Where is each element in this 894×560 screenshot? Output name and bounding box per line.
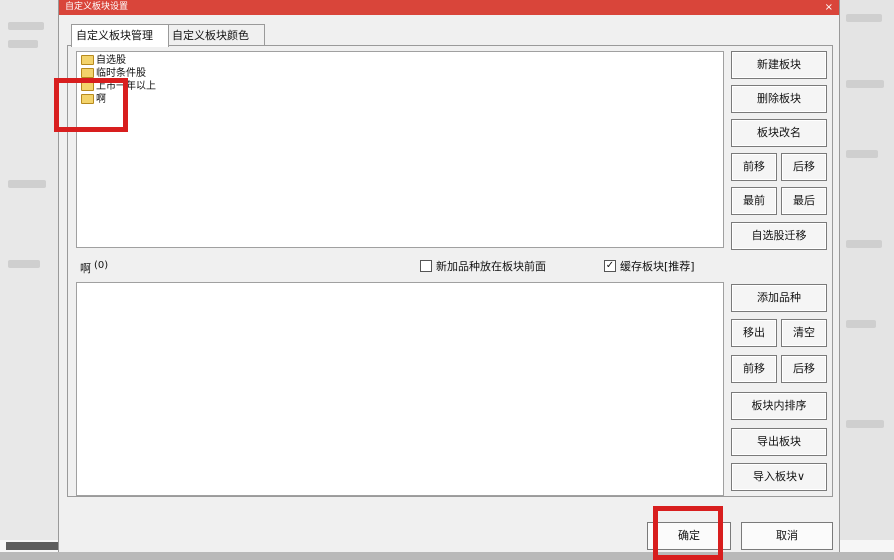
dialog-titlebar: 自定义板块设置 ×	[59, 0, 839, 15]
folder-icon	[81, 68, 94, 78]
new-front-label: 新加品种放在板块前面	[436, 260, 546, 273]
close-icon[interactable]: ×	[825, 0, 833, 15]
background-left-pane	[0, 0, 58, 552]
remove-item-button[interactable]: 移出	[731, 319, 777, 347]
delete-block-button[interactable]: 删除板块	[731, 85, 827, 113]
sort-in-block-button[interactable]: 板块内排序	[731, 392, 827, 420]
block-move-up-button[interactable]: 前移	[731, 153, 777, 181]
item-move-up-button[interactable]: 前移	[731, 355, 777, 383]
selected-block-name: 啊	[80, 262, 91, 275]
clear-items-button[interactable]: 清空	[781, 319, 827, 347]
custom-block-settings-dialog: 自定义板块设置 × 自定义板块管理 自定义板块颜色 自选股 临时条件股 上市一年…	[58, 0, 840, 552]
migrate-watchlist-button[interactable]: 自选股迁移	[731, 222, 827, 250]
import-block-button[interactable]: 导入板块∨	[731, 463, 827, 491]
cache-block-checkbox[interactable]: ✓	[604, 260, 616, 272]
block-items-list[interactable]	[76, 282, 724, 496]
highlight-box-tree-item	[54, 78, 128, 132]
item-move-down-button[interactable]: 后移	[781, 355, 827, 383]
rename-block-button[interactable]: 板块改名	[731, 119, 827, 147]
background-right-pane	[838, 0, 894, 552]
selected-block-count: (0)	[94, 260, 109, 271]
tab-block-colors[interactable]: 自定义板块颜色	[167, 24, 265, 46]
block-to-last-button[interactable]: 最后	[781, 187, 827, 215]
new-front-checkbox[interactable]	[420, 260, 432, 272]
new-block-button[interactable]: 新建板块	[731, 51, 827, 79]
dialog-title: 自定义板块设置	[65, 2, 129, 12]
tab-block-management[interactable]: 自定义板块管理	[71, 24, 169, 47]
tab-panel: 自选股 临时条件股 上市一年以上 啊 新建板块 删除板块 板块改名 前移 后移 …	[67, 45, 833, 497]
tree-item[interactable]: 自选股	[81, 54, 126, 68]
export-block-button[interactable]: 导出板块	[731, 428, 827, 456]
folder-icon	[81, 55, 94, 65]
cache-block-label: 缓存板块[推荐]	[620, 260, 695, 273]
add-item-button[interactable]: 添加品种	[731, 284, 827, 312]
block-move-down-button[interactable]: 后移	[781, 153, 827, 181]
cancel-button[interactable]: 取消	[741, 522, 833, 550]
block-tree[interactable]: 自选股 临时条件股 上市一年以上 啊	[76, 51, 724, 248]
block-to-first-button[interactable]: 最前	[731, 187, 777, 215]
